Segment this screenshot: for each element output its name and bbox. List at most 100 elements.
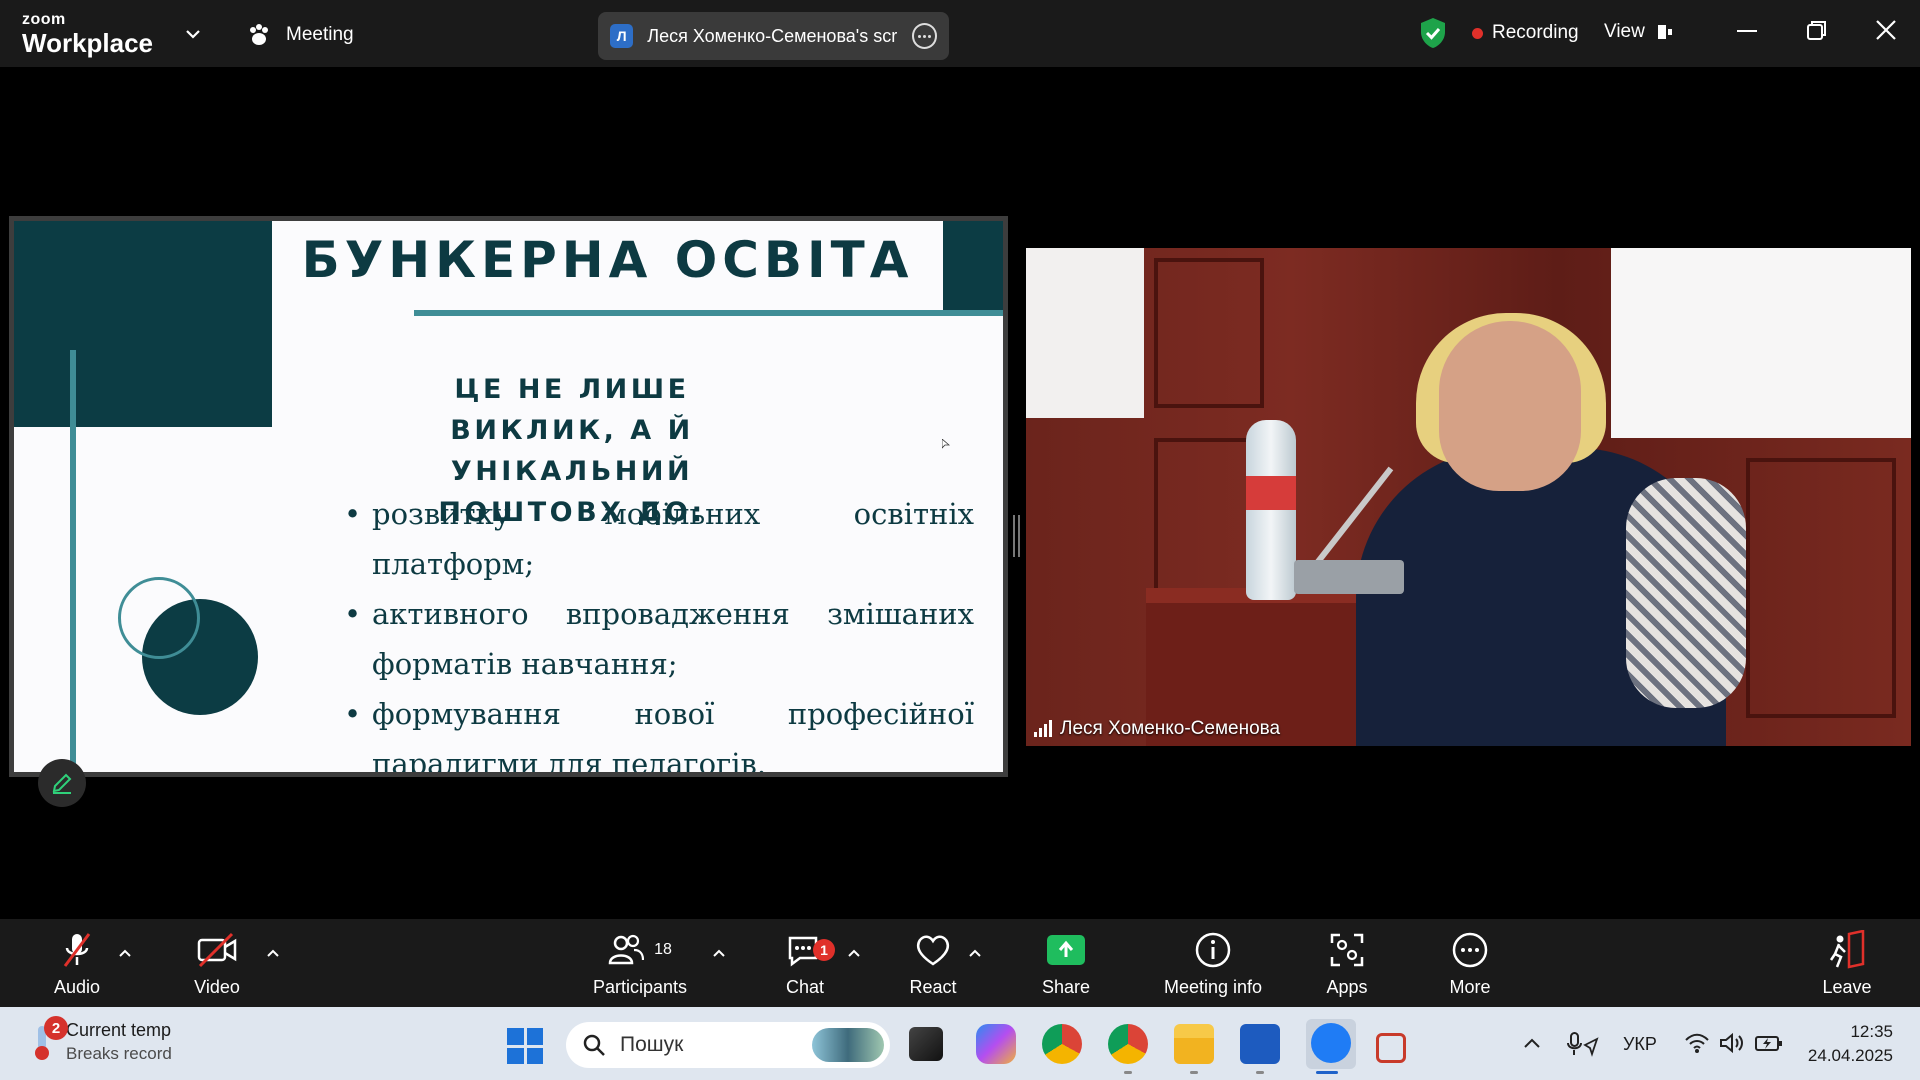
info-icon (1194, 929, 1232, 971)
chat-button[interactable]: 1 Chat (745, 929, 865, 998)
view-menu-button[interactable]: View (1604, 21, 1675, 43)
more-dots-icon (1451, 929, 1489, 971)
meeting-label: Meeting (286, 24, 354, 45)
microphone-location-icon[interactable] (1567, 1031, 1599, 1057)
slide-vertical-rule (70, 350, 76, 772)
volume-icon[interactable] (1719, 1032, 1745, 1054)
restore-icon[interactable] (1807, 20, 1827, 40)
share-button[interactable]: Share (1006, 929, 1126, 998)
slide-ring-decoration (118, 577, 200, 659)
apps-button[interactable]: Apps (1287, 929, 1407, 998)
snipping-tool-icon[interactable] (1376, 1033, 1406, 1063)
leave-button[interactable]: Leave (1787, 929, 1907, 998)
annotate-button[interactable] (38, 759, 86, 807)
participants-button[interactable]: 18 Participants (580, 929, 700, 998)
meeting-controls: Audio Video 18 Participants 1 Chat React… (0, 919, 1920, 1007)
participants-icon: 18 (608, 929, 672, 971)
participants-options-caret-icon[interactable] (712, 948, 726, 958)
minimize-icon[interactable] (1737, 30, 1757, 32)
more-button[interactable]: More (1410, 929, 1530, 998)
file-explorer-icon[interactable] (1174, 1024, 1214, 1064)
chat-unread-badge: 1 (813, 939, 835, 961)
shield-check-icon[interactable] (1419, 17, 1447, 49)
react-label: React (909, 977, 957, 997)
video-microphone-base (1294, 560, 1404, 594)
meeting-info-label: Meeting info (1163, 977, 1263, 997)
video-wall-panel (1154, 258, 1264, 408)
video-speaker-face (1439, 321, 1581, 491)
mouse-cursor-icon (942, 439, 950, 449)
meeting-menu[interactable]: Meeting (246, 22, 354, 48)
audio-button[interactable]: Audio (17, 929, 137, 998)
view-layout-icon (1657, 25, 1672, 39)
video-window-right (1611, 248, 1911, 438)
recording-dot-icon (1472, 27, 1483, 39)
task-view-icon[interactable] (909, 1027, 943, 1061)
more-options-icon[interactable] (911, 23, 937, 49)
active-indicator (1316, 1071, 1338, 1074)
leave-door-icon (1827, 929, 1867, 971)
clock-date: 24.04.2025 (1807, 1046, 1893, 1065)
view-label: View (1604, 21, 1645, 42)
video-bottle-label (1246, 476, 1296, 510)
video-off-icon (196, 929, 238, 971)
pencil-icon (52, 773, 72, 794)
zoom-logo: zoom Workplace (22, 11, 154, 58)
recording-indicator[interactable]: Recording (1472, 22, 1579, 44)
slide-subtitle-line-1: ЦЕ НЕ ЛИШЕ ВИКЛИК, А Й (450, 374, 694, 446)
battery-charging-icon[interactable] (1755, 1034, 1783, 1052)
chrome-icon[interactable] (1042, 1024, 1082, 1064)
chat-label: Chat (785, 977, 825, 997)
chevron-down-icon[interactable] (183, 24, 203, 44)
brand-top-text: zoom (22, 11, 66, 28)
video-water-bottle (1246, 420, 1296, 600)
chat-options-caret-icon[interactable] (847, 948, 861, 958)
video-label: Video (194, 977, 240, 997)
slide-bullet-list: розвитку мобільних освітніх платформ; ак… (344, 489, 974, 772)
show-hidden-icons-icon[interactable] (1523, 1037, 1541, 1049)
brand-bottom-text: Workplace (22, 28, 154, 58)
slide-right-block (943, 221, 1003, 310)
running-indicator (1190, 1071, 1198, 1074)
clock-time: 12:35 (1850, 1022, 1893, 1041)
weather-widget[interactable]: 2 Current temp Breaks record (30, 1016, 172, 1064)
audio-options-caret-icon[interactable] (118, 948, 132, 958)
system-clock[interactable]: 12:35 24.04.2025 (1803, 1020, 1893, 1068)
react-options-caret-icon[interactable] (968, 948, 982, 958)
slide-title: БУНКЕРНА ОСВІТА (301, 231, 914, 289)
participant-video[interactable]: Леся Хоменко-Семенова (1026, 248, 1911, 746)
weather-title: Current temp (66, 1020, 172, 1040)
screen-share-indicator[interactable]: Л Леся Хоменко-Семенова's scree (598, 12, 949, 60)
chrome-profile-icon[interactable] (1108, 1024, 1148, 1064)
share-screen-icon (1047, 929, 1085, 971)
video-speaker-sleeve (1626, 478, 1746, 708)
wifi-icon[interactable] (1684, 1032, 1710, 1054)
word-icon[interactable] (1240, 1024, 1280, 1064)
video-options-caret-icon[interactable] (266, 948, 280, 958)
search-placeholder: Пошук (620, 1033, 684, 1056)
meeting-info-button[interactable]: Meeting info (1153, 929, 1273, 998)
zoom-app-icon[interactable] (1311, 1023, 1351, 1063)
shared-screen[interactable]: БУНКЕРНА ОСВІТА ЦЕ НЕ ЛИШЕ ВИКЛИК, А Й У… (9, 216, 1008, 777)
thermometer-icon: 2 (30, 1016, 68, 1062)
windows-start-icon[interactable] (507, 1028, 543, 1064)
copilot-icon[interactable] (976, 1024, 1016, 1064)
split-view-resize-handle[interactable] (1013, 515, 1020, 557)
recording-label: Recording (1492, 22, 1579, 43)
leave-label: Leave (1822, 977, 1872, 997)
react-button[interactable]: React (873, 929, 993, 998)
share-label: Share (1041, 977, 1091, 997)
search-icon (583, 1034, 605, 1056)
presentation-slide: БУНКЕРНА ОСВІТА ЦЕ НЕ ЛИШЕ ВИКЛИК, А Й У… (14, 221, 1003, 772)
participants-count: 18 (654, 941, 672, 958)
input-language-indicator[interactable]: УКР (1623, 1034, 1657, 1055)
apps-label: Apps (1326, 977, 1368, 997)
paw-icon (250, 24, 268, 45)
running-indicator (1124, 1071, 1132, 1074)
taskbar-search[interactable]: Пошук (566, 1022, 890, 1068)
audio-label: Audio (53, 977, 101, 997)
close-icon[interactable] (1875, 19, 1897, 41)
slide-bullet: формування нової професійної парадигми д… (344, 689, 974, 772)
weather-subtitle: Breaks record (66, 1044, 172, 1063)
video-button[interactable]: Video (157, 929, 277, 998)
